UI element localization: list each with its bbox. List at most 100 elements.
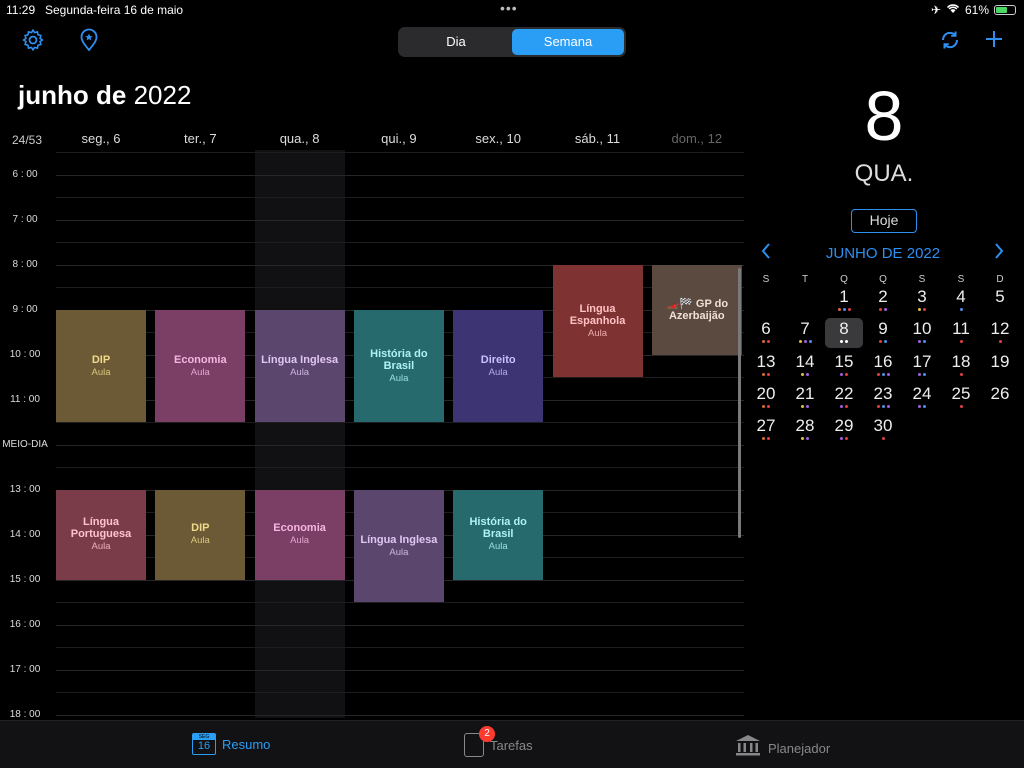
airplane-icon: ✈ [930,3,941,17]
mini-calendar-day[interactable]: 19 [981,351,1019,381]
mini-calendar-day[interactable]: 24 [903,383,941,413]
event-dots [825,372,863,377]
day-header[interactable]: dom., 12 [652,131,742,146]
mini-calendar-day-selected[interactable]: 8 [825,318,863,349]
grid-line [56,624,744,626]
location-star-icon[interactable] [75,28,103,56]
event-dot [845,340,848,344]
event-dot [840,340,843,344]
event-dot [842,308,846,311]
mini-calendar-day[interactable]: 10 [903,318,941,348]
mini-calendar-day[interactable]: 7 [786,318,824,348]
mini-calendar-day-number: 11 [952,319,970,339]
mini-calendar-day[interactable]: 15 [825,351,863,381]
mini-calendar-day[interactable]: 11 [942,318,980,348]
mini-calendar-day-number: 27 [756,416,776,436]
mini-calendar-day[interactable]: 14 [786,351,824,381]
mini-calendar-day[interactable]: 2 [864,286,902,316]
mini-calendar-day[interactable]: 16 [864,351,902,381]
calendar-event[interactable]: 🏎️🏁 GP do Azerbaijão [651,264,742,355]
calendar-icon-day: 16 [197,740,211,752]
tab-tarefas[interactable]: 2 Tarefas [464,726,533,757]
event-subtitle: Aula [389,546,409,558]
scrollbar[interactable] [738,268,741,538]
mini-calendar-day[interactable]: 6 [747,318,785,348]
sync-icon[interactable] [936,28,964,56]
event-dots [747,437,785,441]
mini-calendar-day[interactable]: 28 [786,415,824,445]
mini-calendar-day[interactable]: 17 [903,351,941,381]
mini-calendar-day[interactable]: 30 [864,415,902,445]
calendar-event[interactable]: Língua Inglesa Aula [254,309,345,423]
mini-calendar-day-number: 3 [917,287,927,306]
segment-dia[interactable]: Dia [400,29,512,55]
event-dot [806,404,809,408]
event-subtitle: Aula [587,327,607,339]
calendar-event[interactable]: DIP Aula [56,309,146,423]
event-dot [840,437,843,441]
mini-calendar-day[interactable]: 9 [864,318,902,348]
calendar-event[interactable]: Economia Aula [155,309,246,423]
mini-calendar-day[interactable]: 20 [747,383,785,413]
time-label: 13 : 00 [9,483,41,495]
tab-resumo[interactable]: SEG 16 Resumo [192,733,270,755]
mini-calendar-day[interactable]: 5 [981,286,1019,316]
calendar-event[interactable]: Direito Aula [453,309,544,423]
week-grid[interactable]: DIP Aula Economia Aula Língua Inglesa Aula His… [56,150,744,718]
calendar-event[interactable]: DIP Aula [155,489,246,580]
event-title: Economia [174,353,227,366]
event-subtitle: Aula [488,541,508,553]
tab-planejador[interactable]: Planejador [734,733,830,763]
event-dots [825,404,863,409]
mini-calendar-day[interactable]: 3 [903,286,941,316]
event-dot [845,372,848,376]
event-dot [801,437,804,441]
calendar-event[interactable]: Língua Inglesa Aula [353,489,444,603]
segment-semana[interactable]: Semana [512,29,624,55]
mini-calendar-day-number: 2 [878,287,888,306]
event-title: Língua Inglesa [360,533,438,546]
day-header[interactable]: sex., 10 [453,131,543,146]
status-bar: 11:29 Segunda-feira 16 de maio ••• ✈ 61% [0,0,1024,20]
mini-calendar-day[interactable]: 21 [786,383,824,413]
gear-icon[interactable] [19,28,47,56]
status-time: 11:29 [6,3,36,17]
mini-calendar-day[interactable]: 23 [864,383,902,413]
day-header[interactable]: seg., 6 [56,131,146,146]
day-header[interactable]: qua., 8 [255,131,345,146]
time-label: 18 : 00 [9,708,41,720]
calendar-event[interactable]: História do Brasil Aula [353,309,444,423]
multitask-dots-icon[interactable]: ••• [500,0,518,16]
mini-calendar-day[interactable]: 12 [981,318,1019,348]
day-header[interactable]: sáb., 11 [553,131,643,146]
today-button[interactable]: Hoje [851,209,917,233]
mini-calendar-day[interactable]: 25 [942,383,980,413]
mini-calendar-day[interactable]: 22 [825,383,863,413]
mini-calendar-day[interactable]: 27 [747,415,785,445]
mini-calendar-day-number: 29 [834,416,854,436]
year-label: 2022 [133,80,192,110]
calendar-event[interactable]: História do Brasil Aula [453,489,544,580]
calendar-event[interactable]: Língua Portuguesa Aula [56,489,146,580]
event-dot [845,437,848,441]
calendar-event[interactable]: Economia Aula [254,489,345,580]
mini-calendar-day-number: 5 [995,287,1005,306]
mini-calendar-day[interactable]: 29 [825,415,863,445]
calendar-event[interactable]: Língua Espanhola Aula [552,264,643,378]
add-icon[interactable] [980,28,1008,56]
mini-calendar-day[interactable]: 1 [825,286,863,316]
mini-calendar-day[interactable]: 18 [942,351,980,381]
event-dots [864,437,902,441]
chevron-left-icon[interactable] [760,242,772,266]
mini-calendar-day-number: 22 [834,383,854,403]
chevron-right-icon[interactable] [993,242,1005,266]
event-dot [845,404,848,408]
event-dot [762,437,765,441]
mini-calendar-day[interactable]: 13 [747,351,785,381]
mini-calendar-day-number: 13 [756,351,776,371]
day-header[interactable]: qui., 9 [354,131,444,146]
mini-calendar-title: JUNHO DE 2022 [825,245,941,262]
day-header[interactable]: ter., 7 [155,131,245,146]
mini-calendar-day[interactable]: 26 [981,383,1019,413]
mini-calendar-day[interactable]: 4 [942,286,980,316]
